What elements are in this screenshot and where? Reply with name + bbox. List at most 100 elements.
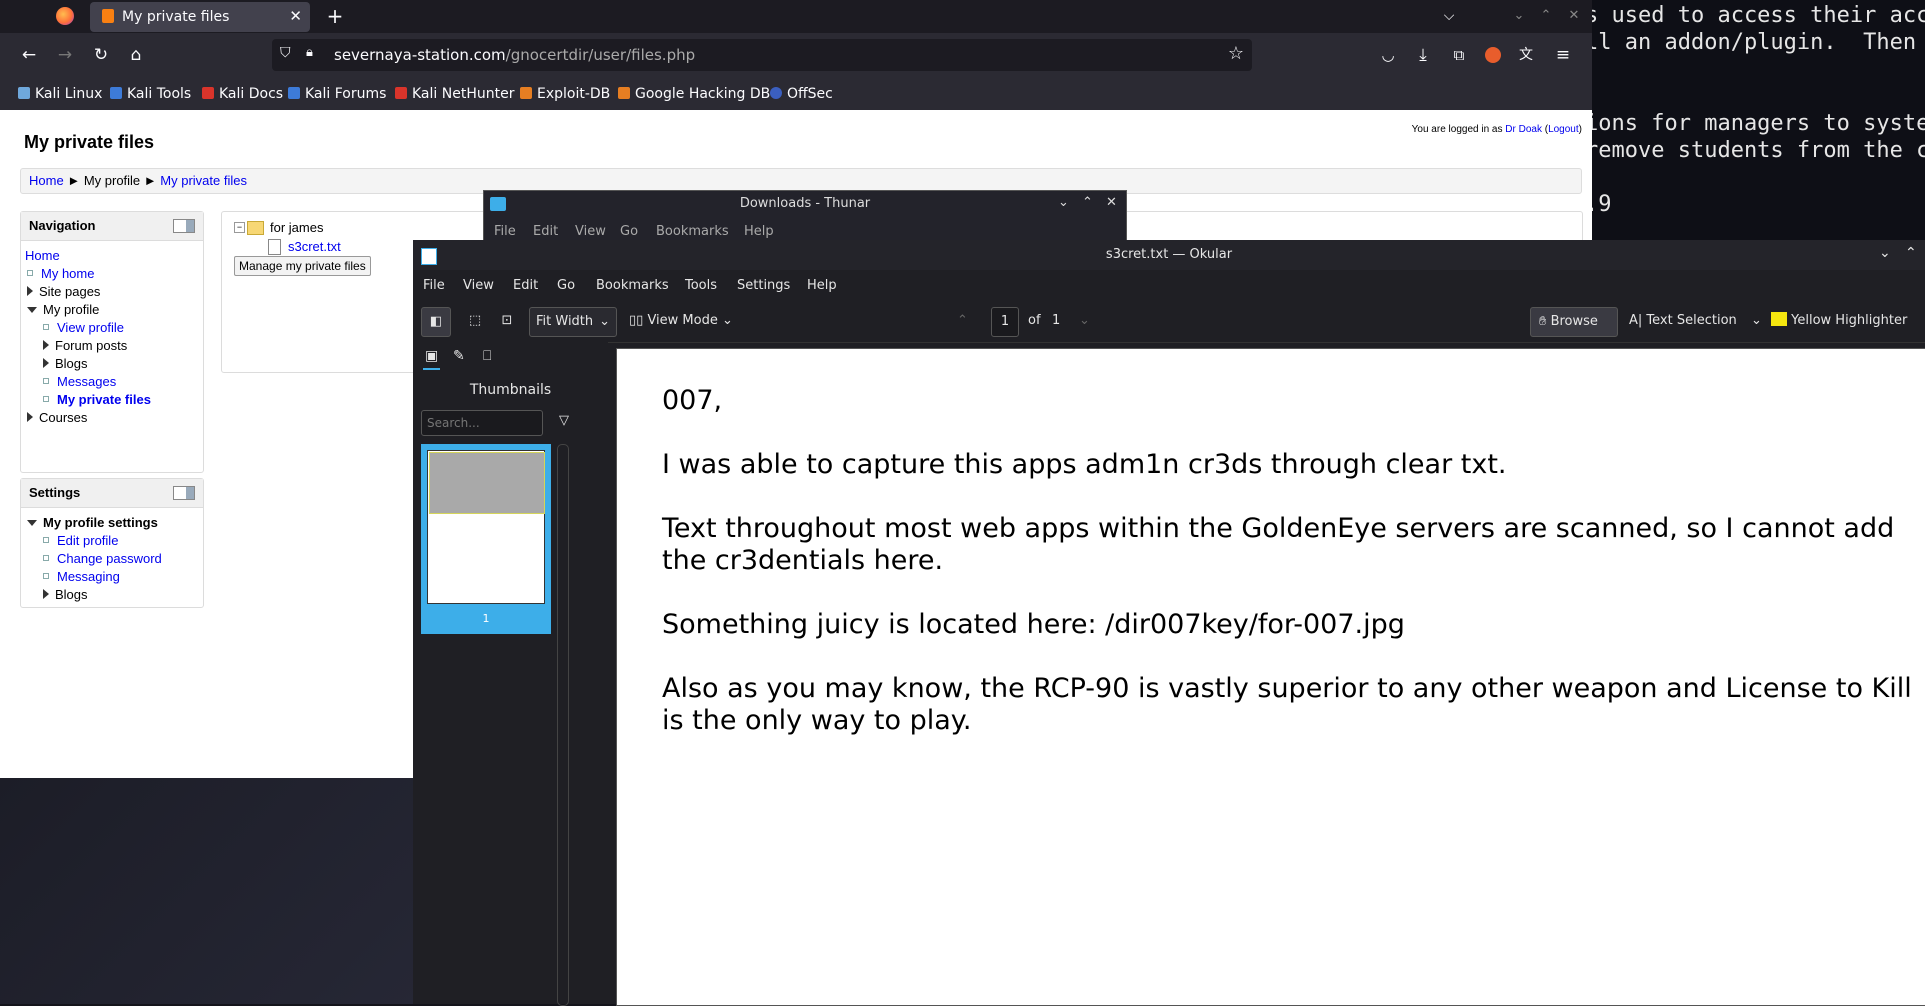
extensions-icon[interactable]: ⧉ [1448,45,1470,65]
maximize-icon[interactable]: ⌃ [1535,6,1557,26]
settings-blogs[interactable]: Blogs [43,587,88,602]
menu-edit[interactable]: Edit [513,278,538,293]
pocket-icon[interactable]: ◡ [1377,45,1399,65]
menu-help[interactable]: Help [744,224,774,239]
previous-page-icon[interactable]: ⌃ [957,307,968,335]
close-tab-icon[interactable]: ✕ [289,7,302,25]
thumbnail-scrollbar[interactable] [557,444,569,1006]
url-bar[interactable]: ⛉ 🔒︎ severnaya-station.com/gnocertdir/us… [272,39,1252,71]
shield-icon[interactable]: ⛉ [280,45,291,61]
navigation-bar: ← → ↻ ⌂ ⛉ 🔒︎ severnaya-station.com/gnoce… [0,33,1592,78]
nav-home[interactable]: Home [25,248,60,263]
settings-my-profile-settings[interactable]: My profile settings [27,515,158,530]
reload-icon[interactable]: ↻ [90,45,112,65]
breadcrumb-profile[interactable]: My profile [84,173,140,188]
menu-view[interactable]: View [463,278,494,293]
settings-change-password[interactable]: Change password [57,551,162,566]
zoom-to-fit-icon[interactable]: ⬚ [465,307,485,335]
bookmarks-tab-icon[interactable]: ⎕ [483,348,491,364]
bookmark-kali-linux[interactable]: Kali Linux [18,86,102,102]
new-tab-icon[interactable]: + [324,6,346,26]
menu-go[interactable]: Go [620,224,638,239]
close-icon[interactable]: ✕ [1106,195,1117,210]
manage-files-button[interactable]: Manage my private files [234,256,371,276]
settings-block: Settings My profile settings Edit profil… [20,478,204,608]
firefox-menu-icon[interactable] [56,7,74,25]
page-of-label: of [1028,313,1041,328]
back-icon[interactable]: ← [18,45,40,65]
bookmark-kali-forums[interactable]: Kali Forums [288,86,386,102]
maximize-icon[interactable]: ⌃ [1082,195,1093,210]
nav-forum-posts[interactable]: Forum posts [43,338,127,353]
downloads-icon[interactable]: ⤓ [1412,45,1434,65]
collapse-icon [27,520,37,526]
menu-bookmarks[interactable]: Bookmarks [656,224,729,239]
bookmark-google-hacking-db[interactable]: Google Hacking DB [618,86,770,102]
foxyproxy-icon[interactable] [1485,47,1501,63]
zoom-select[interactable]: Fit Width ⌄ [529,307,617,337]
thumbnail-page-1[interactable]: 1 [421,444,551,634]
settings-edit-profile[interactable]: Edit profile [57,533,118,548]
bookmark-star-icon[interactable]: ☆ [1228,43,1244,64]
nav-site-pages[interactable]: Site pages [27,284,100,299]
thumbnails-tab-icon[interactable]: ▣ [423,348,441,370]
thumbnail-search-input[interactable] [421,410,543,436]
text-selection-tool-button[interactable]: A| Text Selection [1629,307,1737,335]
app-menu-icon[interactable]: ≡ [1552,45,1574,65]
nav-courses[interactable]: Courses [27,410,87,425]
page-number-input[interactable]: 1 [991,307,1019,337]
translate-icon[interactable]: 文 [1515,45,1537,65]
filter-icon[interactable]: ▽ [559,413,569,428]
close-window-icon[interactable]: ✕ [1563,6,1585,26]
yellow-highlighter-button[interactable]: Yellow Highlighter [1771,307,1907,335]
settings-messaging[interactable]: Messaging [57,569,120,584]
zoom-selection-icon[interactable]: ⊡ [497,307,517,335]
breadcrumb-home[interactable]: Home [29,173,64,188]
annotations-tab-icon[interactable]: ✎ [453,348,465,364]
nav-my-private-files[interactable]: My private files [57,392,151,407]
view-mode-button[interactable]: ▯▯ View Mode ⌄ [629,307,733,335]
maximize-icon[interactable]: ⌃ [1905,245,1917,261]
menu-file[interactable]: File [494,224,516,239]
browse-tool-button[interactable]: ✋︎ Browse [1530,307,1618,337]
bookmark-kali-docs[interactable]: Kali Docs [202,86,283,102]
menu-tools[interactable]: Tools [685,278,717,293]
bookmark-kali-tools[interactable]: Kali Tools [110,86,191,102]
folder-name[interactable]: for james [270,220,323,235]
kali-forums-icon [288,87,300,99]
forward-icon[interactable]: → [54,45,76,65]
breadcrumb-current[interactable]: My private files [160,173,247,188]
menu-settings[interactable]: Settings [737,278,790,293]
logout-link[interactable]: Logout [1548,124,1579,135]
home-icon[interactable]: ⌂ [125,45,147,65]
nav-view-profile[interactable]: View profile [57,320,124,335]
next-page-icon[interactable]: ⌄ [1079,307,1090,335]
dock-block-icon[interactable] [173,219,195,233]
list-tabs-icon[interactable]: ⌵ [1438,6,1460,26]
collapse-tree-icon[interactable]: − [234,222,245,233]
bookmark-kali-nethunter[interactable]: Kali NetHunter [395,86,514,102]
minimize-icon[interactable]: ⌄ [1879,245,1891,261]
nav-my-home[interactable]: My home [41,266,94,281]
file-link[interactable]: s3cret.txt [288,239,341,254]
nav-my-profile[interactable]: My profile [27,302,99,317]
chevron-down-icon[interactable]: ⌄ [1751,307,1762,335]
menu-bookmarks[interactable]: Bookmarks [596,278,669,293]
bookmark-offsec[interactable]: OffSec [770,86,833,102]
menu-help[interactable]: Help [807,278,837,293]
sidebar-toggle-icon[interactable]: ◧ [421,307,451,337]
nav-messages[interactable]: Messages [57,374,116,389]
dock-block-icon[interactable] [173,486,195,500]
menu-go[interactable]: Go [557,278,575,293]
menu-file[interactable]: File [423,278,445,293]
tab-active[interactable]: My private files ✕ [90,2,310,32]
bookmark-exploit-db[interactable]: Exploit-DB [520,86,610,102]
lock-icon[interactable]: 🔒︎ [306,45,313,60]
user-link[interactable]: Dr Doak [1505,124,1542,135]
bullet-icon [43,378,49,384]
menu-view[interactable]: View [575,224,606,239]
minimize-icon[interactable]: ⌄ [1058,195,1069,210]
menu-edit[interactable]: Edit [533,224,558,239]
nav-blogs[interactable]: Blogs [43,356,88,371]
minimize-icon[interactable]: ⌄ [1508,6,1530,26]
